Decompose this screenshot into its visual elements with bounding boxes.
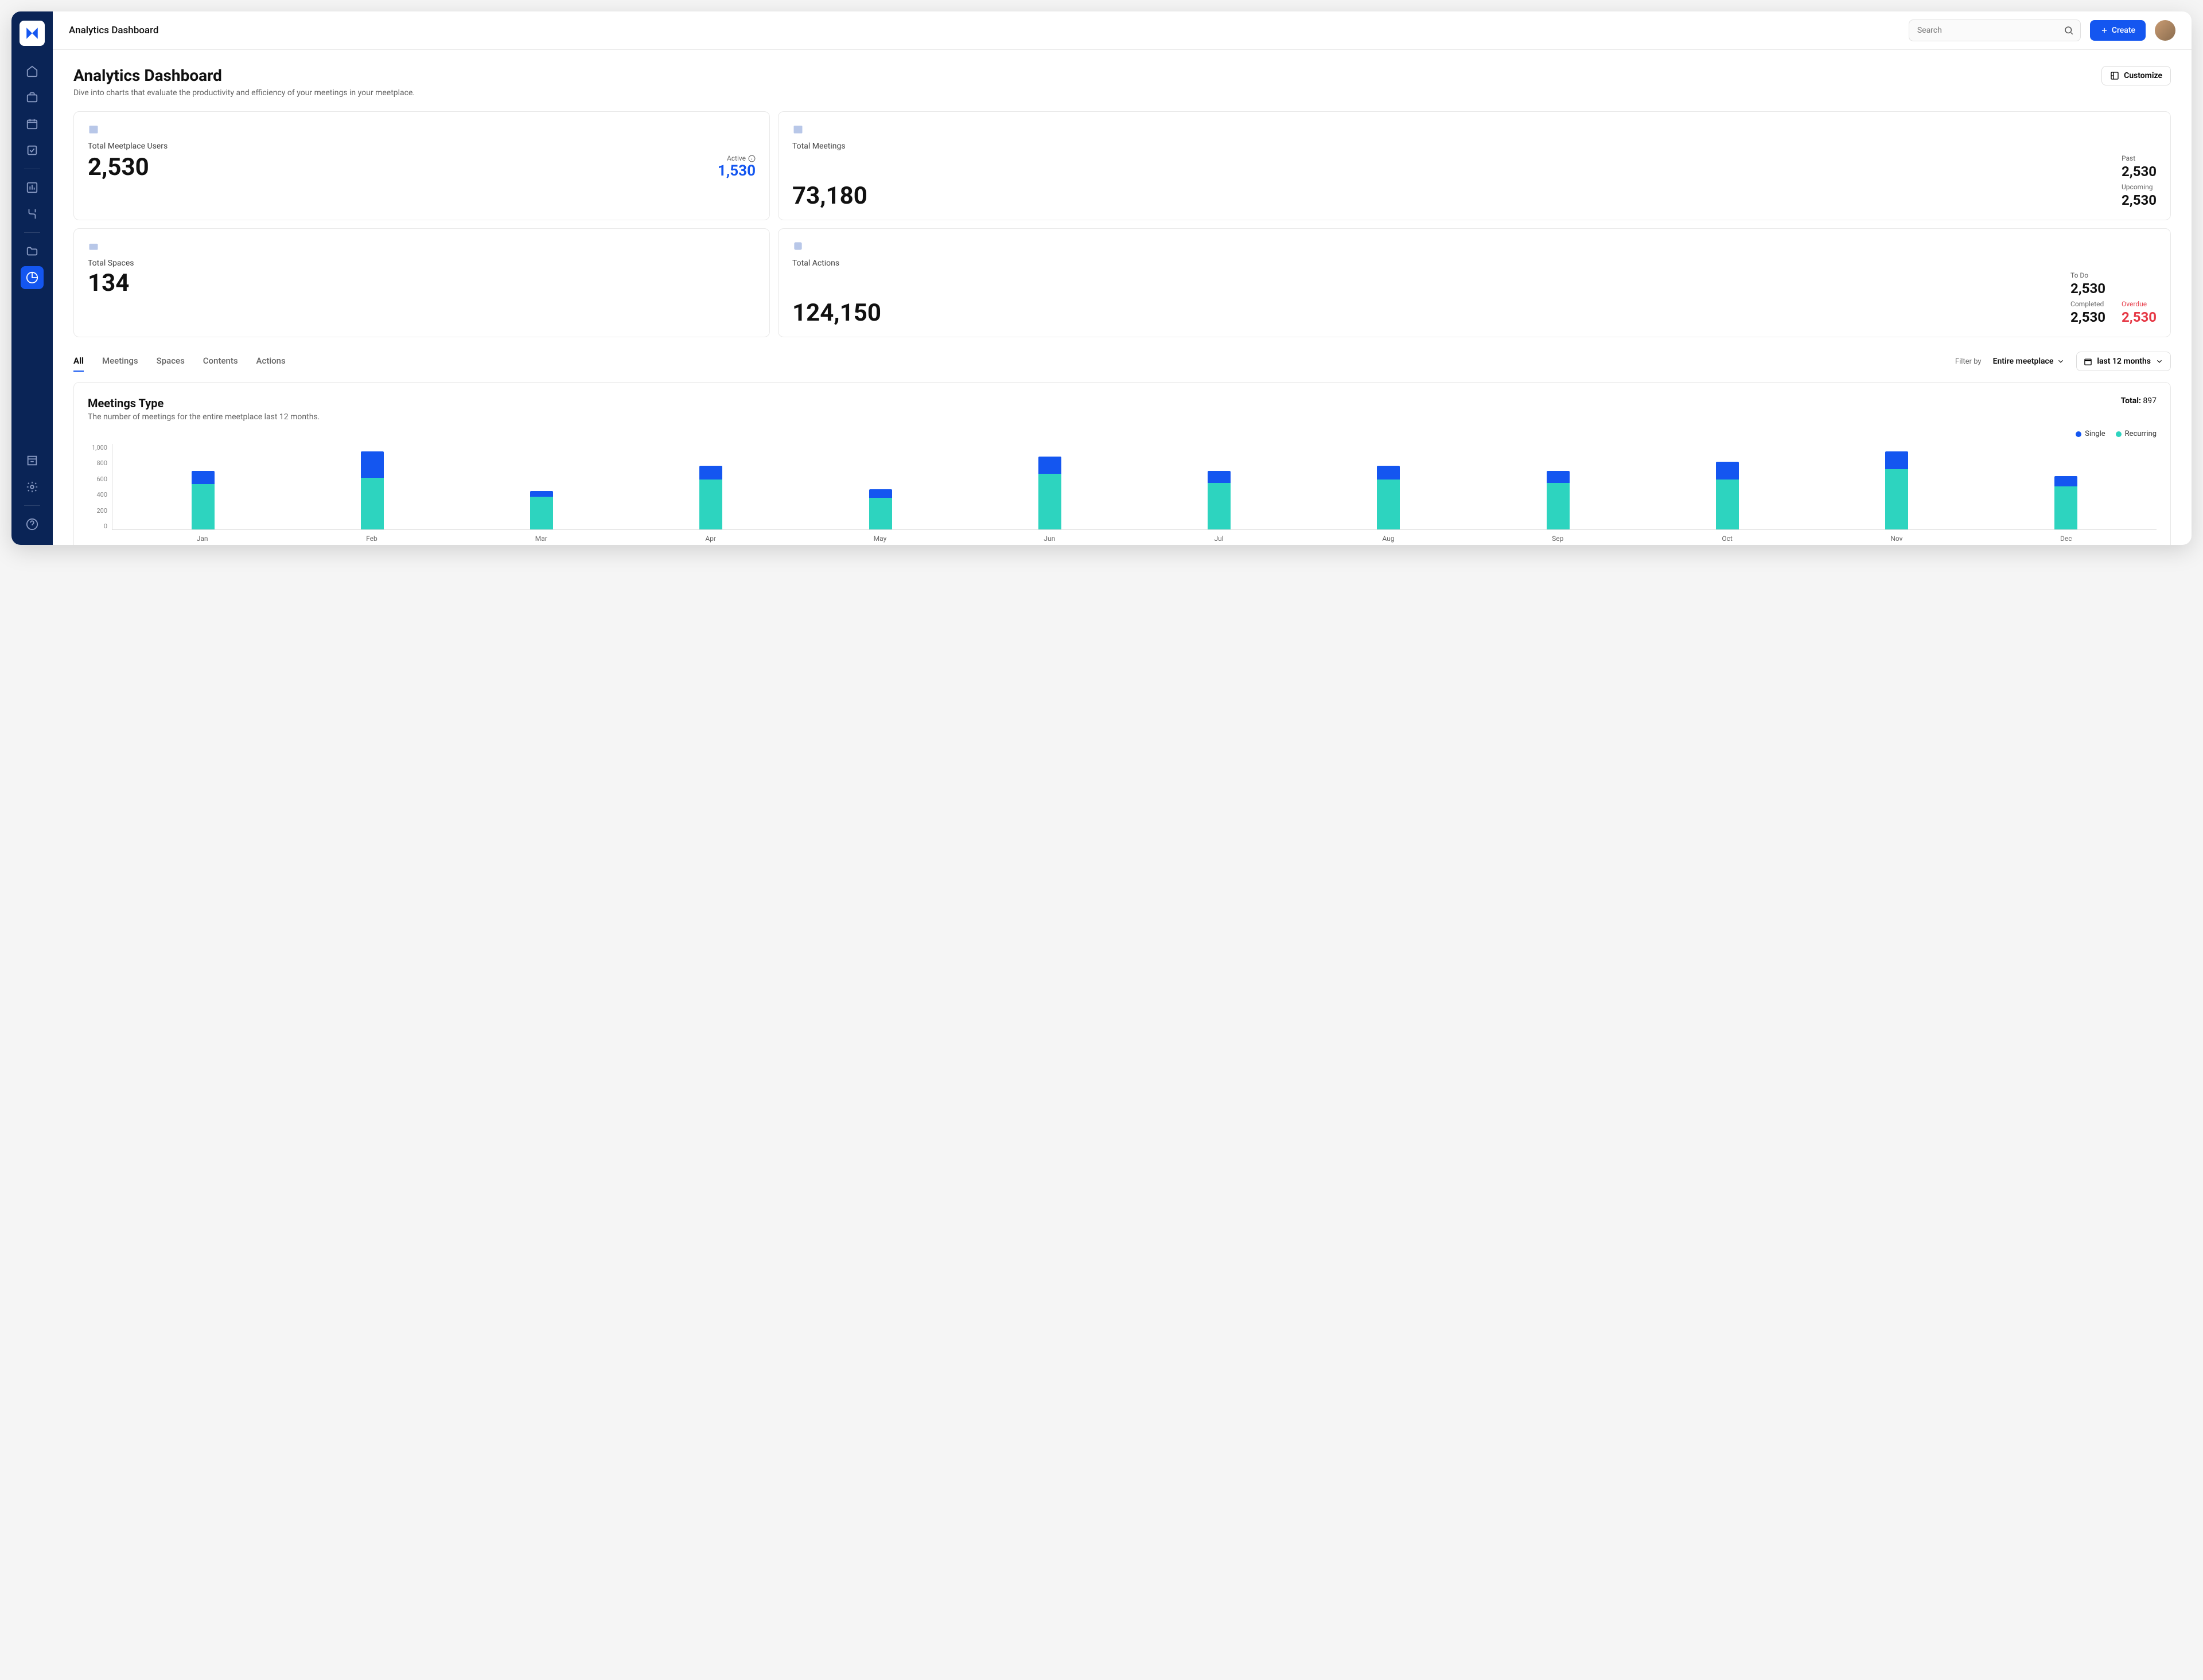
card-spaces: Total Spaces 134 <box>73 228 770 337</box>
overdue-value: 2,530 <box>2122 309 2157 325</box>
nav-briefcase[interactable] <box>21 86 44 109</box>
card-label: Total Actions <box>792 259 2157 268</box>
upcoming-label: Upcoming <box>2122 183 2157 191</box>
tab-all[interactable]: All <box>73 351 84 372</box>
filter-label: Filter by <box>1955 357 1982 366</box>
avatar[interactable] <box>2155 20 2175 41</box>
nav-flow[interactable] <box>21 202 44 225</box>
calendar-icon <box>88 123 756 137</box>
search-icon <box>2064 25 2074 36</box>
tab-spaces[interactable]: Spaces <box>157 351 185 372</box>
create-button[interactable]: Create <box>2090 20 2146 41</box>
scope-value: Entire meetplace <box>1993 357 2054 366</box>
layout-icon <box>2110 71 2119 80</box>
bars <box>112 444 2157 530</box>
tab-actions[interactable]: Actions <box>256 351 286 372</box>
active-value: 1,530 <box>718 162 756 180</box>
card-value: 134 <box>88 271 756 295</box>
legend-single: Single <box>2085 430 2105 438</box>
upcoming-value: 2,530 <box>2122 192 2157 208</box>
card-users: Total Meetplace Users 2,530 Active 1,530 <box>73 111 770 220</box>
active-label: Active <box>727 154 746 162</box>
app-logo[interactable] <box>20 21 45 46</box>
card-value: 124,150 <box>792 301 881 325</box>
overdue-label: Overdue <box>2122 300 2157 308</box>
nav-store[interactable] <box>21 449 44 472</box>
nav-help[interactable] <box>21 513 44 536</box>
calendar-icon <box>792 123 2157 137</box>
chart-total: Total: 897 <box>2121 396 2157 406</box>
card-actions: Total Actions 124,150 To Do 2,530 Comple… <box>778 228 2171 337</box>
card-value: 2,530 <box>88 155 149 180</box>
x-axis: JanFebMarAprMayJunJulAugSepOctNovDec <box>112 530 2157 543</box>
y-axis: 1,0008006004002000 <box>88 444 112 530</box>
divider <box>24 232 40 233</box>
customize-button[interactable]: Customize <box>2101 66 2171 85</box>
chevron-down-icon <box>2057 357 2065 365</box>
period-select[interactable]: last 12 months <box>2076 352 2171 371</box>
create-label: Create <box>2112 26 2135 35</box>
card-value: 73,180 <box>792 184 867 208</box>
chart-title: Meetings Type <box>88 396 320 410</box>
customize-label: Customize <box>2124 71 2162 80</box>
todo-label: To Do <box>2070 271 2105 279</box>
search-input[interactable] <box>1909 20 2081 41</box>
briefcase-icon <box>88 240 756 254</box>
calendar-icon <box>2084 357 2092 366</box>
past-value: 2,530 <box>2122 163 2157 180</box>
past-label: Past <box>2122 154 2157 162</box>
divider <box>24 505 40 506</box>
topbar-title: Analytics Dashboard <box>69 25 159 36</box>
info-icon[interactable] <box>748 155 756 162</box>
completed-value: 2,530 <box>2070 309 2105 325</box>
check-icon <box>792 240 2157 254</box>
card-label: Total Meetings <box>792 142 2157 151</box>
chart-subtitle: The number of meetings for the entire me… <box>88 412 320 422</box>
page-subtitle: Dive into charts that evaluate the produ… <box>73 88 415 98</box>
card-label: Total Spaces <box>88 259 756 268</box>
completed-label: Completed <box>2070 300 2105 308</box>
card-meetings: Total Meetings 73,180 Past 2,530 Upcomin… <box>778 111 2171 220</box>
nav-reports[interactable] <box>21 176 44 199</box>
card-label: Total Meetplace Users <box>88 142 756 151</box>
legend: Single Recurring <box>88 430 2157 438</box>
nav-calendar[interactable] <box>21 112 44 135</box>
page-title: Analytics Dashboard <box>73 66 415 85</box>
nav-tasks[interactable] <box>21 139 44 162</box>
nav-settings[interactable] <box>21 475 44 498</box>
chart-meetings-type: Meetings Type The number of meetings for… <box>73 382 2171 545</box>
tab-meetings[interactable]: Meetings <box>102 351 138 372</box>
plus-icon <box>2100 26 2108 34</box>
scope-select[interactable]: Entire meetplace <box>1993 357 2065 366</box>
nav-analytics[interactable] <box>21 266 44 289</box>
todo-value: 2,530 <box>2070 280 2105 297</box>
nav-folder[interactable] <box>21 240 44 263</box>
legend-recurring: Recurring <box>2125 430 2157 438</box>
nav-home[interactable] <box>21 60 44 83</box>
tab-contents[interactable]: Contents <box>203 351 238 372</box>
tabs: All Meetings Spaces Contents Actions <box>73 351 286 372</box>
chevron-down-icon <box>2155 357 2163 365</box>
period-value: last 12 months <box>2097 357 2151 366</box>
